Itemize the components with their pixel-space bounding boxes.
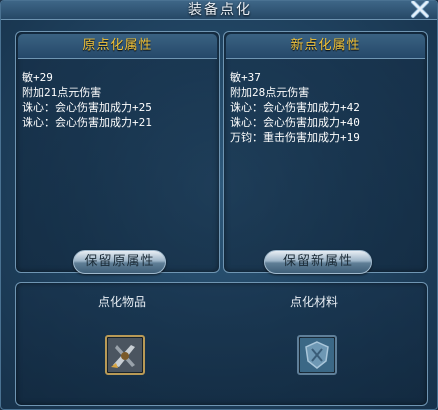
original-panel-title: 原点化属性: [82, 38, 153, 53]
new-attributes-panel: 新点化属性 敏+37 附加28点元伤害 诛心：会心伤害加成力+42 诛心：会心伤…: [223, 31, 428, 273]
original-panel-header: 原点化属性: [18, 34, 217, 59]
equipment-refine-dialog: 装备点化 原点化属性 敏+29 附加21点元伤害 诛心：会心伤害加成力+25 诛…: [0, 0, 438, 410]
attribute-line: 诛心：会心伤害加成力+25: [22, 101, 152, 114]
attribute-line: 诛心：会心伤害加成力+42: [230, 101, 360, 114]
original-attributes-panel: 原点化属性 敏+29 附加21点元伤害 诛心：会心伤害加成力+25 诛心：会心伤…: [15, 31, 220, 273]
material-slot-label: 点化材料: [290, 295, 339, 309]
keep-new-button[interactable]: 保留新属性: [264, 250, 372, 274]
attribute-line: 万钧：重击伤害加成力+19: [230, 131, 360, 144]
attribute-line: 敏+37: [230, 71, 261, 84]
original-attribute-list: 敏+29 附加21点元伤害 诛心：会心伤害加成力+25 诛心：会心伤害加成力+2…: [22, 70, 152, 130]
attribute-line: 诛心：会心伤害加成力+40: [230, 116, 360, 129]
attribute-line: 附加21点元伤害: [22, 86, 102, 99]
close-icon[interactable]: [409, 1, 431, 20]
attribute-line: 附加28点元伤害: [230, 86, 310, 99]
new-panel-header: 新点化属性: [226, 34, 425, 59]
attribute-line: 敏+29: [22, 71, 53, 84]
material-slot[interactable]: [297, 335, 337, 375]
item-slot-label: 点化物品: [98, 295, 147, 309]
sword-item-icon: [108, 338, 142, 372]
title-bar[interactable]: 装备点化: [1, 1, 437, 20]
dialog-title: 装备点化: [188, 2, 252, 18]
new-panel-title: 新点化属性: [290, 38, 361, 53]
keep-original-button[interactable]: 保留原属性: [73, 250, 166, 274]
item-slot[interactable]: [105, 335, 145, 375]
new-attribute-list: 敏+37 附加28点元伤害 诛心：会心伤害加成力+42 诛心：会心伤害加成力+4…: [230, 70, 360, 145]
refine-slots-panel: [15, 282, 428, 406]
shield-material-icon: [300, 338, 334, 372]
attribute-line: 诛心：会心伤害加成力+21: [22, 116, 152, 129]
